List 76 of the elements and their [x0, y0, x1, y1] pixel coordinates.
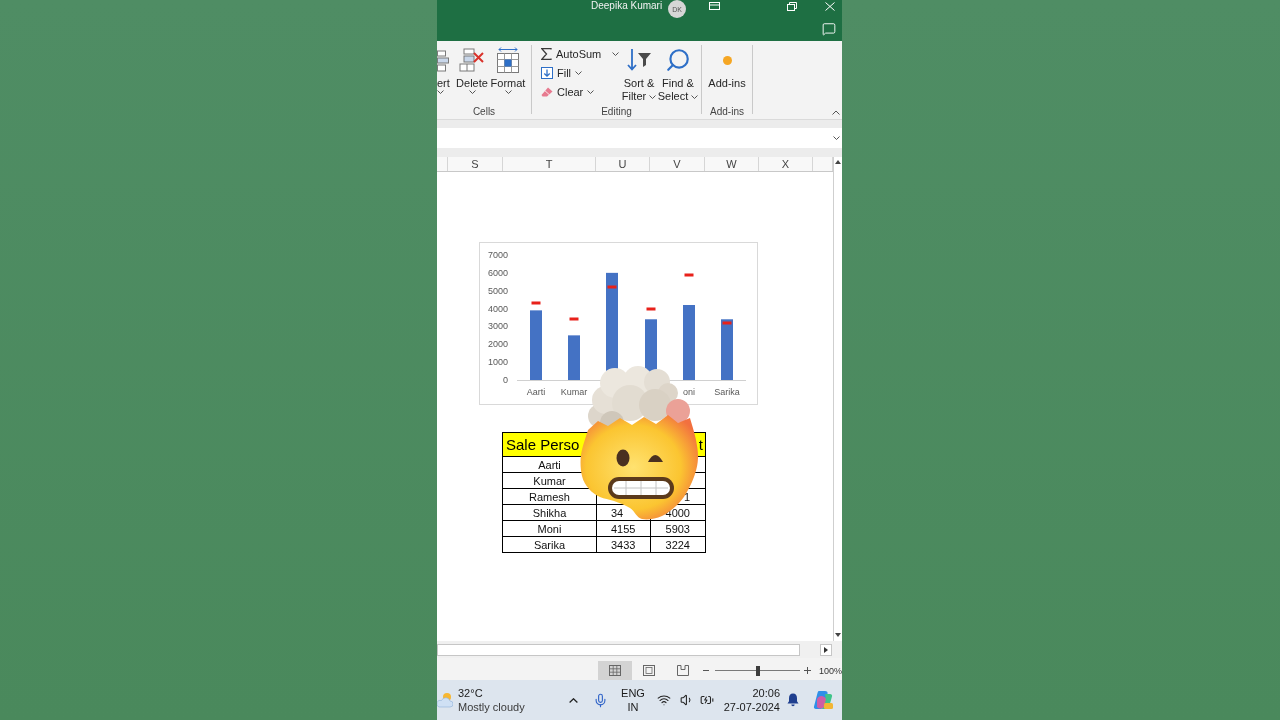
autosum-button[interactable]: AutoSum — [541, 44, 620, 63]
battery-icon[interactable] — [699, 693, 714, 707]
user-name: Deepika Kumari — [591, 0, 663, 12]
column-header[interactable]: S — [448, 157, 503, 171]
format-cells-icon — [496, 47, 520, 73]
scroll-right-button[interactable] — [820, 643, 832, 656]
clear-button[interactable]: Clear — [541, 82, 595, 101]
fill-button[interactable]: Fill — [541, 63, 583, 82]
weather-icon — [437, 692, 453, 708]
group-label: Editing — [601, 106, 632, 118]
column-header[interactable]: V — [650, 157, 705, 171]
axis-category-label: oni — [683, 387, 695, 397]
restore-icon[interactable] — [787, 2, 797, 11]
weather-widget[interactable]: 32°C Mostly cloudy — [437, 684, 525, 716]
logo-icon[interactable] — [812, 690, 833, 710]
fill-down-icon — [541, 66, 553, 79]
column-header[interactable]: U — [596, 157, 650, 171]
caret-icon — [587, 89, 595, 94]
grid-icon — [609, 665, 621, 676]
axis-tick-label: 3000 — [487, 321, 508, 332]
caret-icon — [468, 90, 476, 94]
axis-category-label: Sarika — [714, 387, 740, 397]
caret-icon — [504, 90, 512, 94]
delete-cells-icon — [459, 48, 485, 72]
column-header[interactable]: X — [759, 157, 813, 171]
clock[interactable]: 20:06 27-07-2024 — [723, 686, 780, 714]
slider-thumb[interactable] — [755, 665, 760, 676]
bell-icon[interactable] — [787, 693, 799, 707]
axis-tick-label: 1000 — [487, 357, 508, 368]
delete-button[interactable]: Delete — [455, 41, 489, 94]
zoom-percentage[interactable]: 100% — [818, 665, 842, 676]
add-ins-button[interactable]: Add-ins — [705, 41, 749, 90]
axis-tick-label: 5000 — [487, 285, 508, 296]
format-button[interactable]: Format — [490, 41, 526, 94]
horizontal-scrollbar[interactable] — [437, 643, 800, 656]
plus-icon[interactable] — [804, 667, 811, 674]
wifi-icon[interactable] — [657, 693, 671, 707]
axis-tick-label: 6000 — [487, 267, 508, 278]
axis-tick-label: 7000 — [487, 250, 508, 260]
group-label: Cells — [472, 106, 496, 118]
scroll-up-icon[interactable] — [835, 160, 841, 164]
chevron-up-icon[interactable] — [568, 697, 578, 703]
right-arrow-icon — [824, 646, 828, 653]
caret-icon — [575, 70, 583, 75]
close-icon[interactable] — [825, 2, 835, 11]
find-select-button[interactable]: Find & Select — [657, 41, 699, 103]
vertical-scrollbar[interactable] — [833, 157, 842, 641]
sort-filter-button[interactable]: Sort & Filter — [621, 41, 657, 103]
chevron-down-icon[interactable] — [833, 136, 840, 140]
caret-icon — [612, 51, 620, 56]
window-layout-icon[interactable] — [709, 2, 720, 10]
sort-filter-icon — [626, 47, 652, 73]
group-label: Add-ins — [710, 106, 744, 118]
axis-category-label: Aarti — [526, 387, 546, 397]
column-header[interactable]: W — [705, 157, 759, 171]
axis-tick-label: 0 — [503, 375, 508, 385]
normal-view-button[interactable] — [598, 661, 632, 680]
caret-icon — [649, 94, 657, 99]
search-icon — [665, 47, 691, 73]
comment-icon[interactable] — [822, 22, 836, 36]
chevron-up-icon[interactable] — [832, 110, 840, 115]
caret-icon — [437, 90, 444, 94]
axis-tick-label: 2000 — [487, 339, 508, 350]
sum-icon — [541, 47, 552, 60]
page-layout-icon — [643, 665, 655, 676]
column-header[interactable]: T — [503, 157, 596, 171]
caret-icon — [691, 94, 699, 99]
dot-icon — [722, 55, 732, 65]
insert-button[interactable]: ert — [437, 41, 453, 94]
language-indicator[interactable]: ENG IN — [621, 686, 645, 714]
page-break-icon — [677, 665, 689, 676]
microphone-icon[interactable] — [592, 692, 608, 708]
axis-tick-label: 4000 — [487, 303, 508, 314]
axis-category-label: Kumar — [560, 387, 588, 397]
eraser-icon — [541, 86, 553, 97]
scroll-down-icon[interactable] — [835, 633, 841, 637]
